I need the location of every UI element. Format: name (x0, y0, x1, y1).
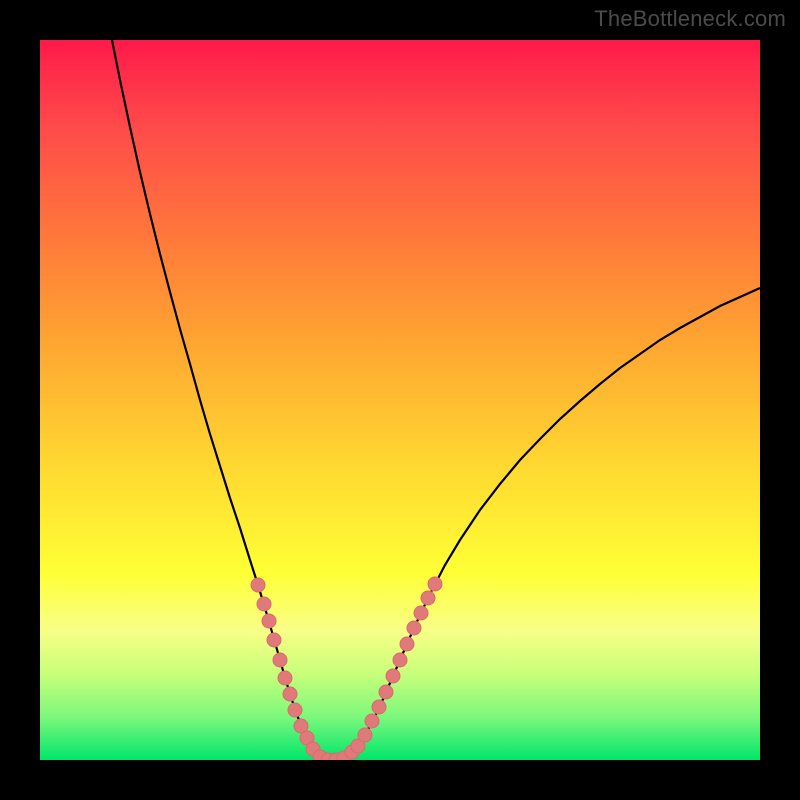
curve-marker (428, 577, 442, 591)
curve-marker (393, 653, 407, 667)
curve-marker (278, 671, 292, 685)
curve-marker (400, 637, 414, 651)
curve-marker (421, 591, 435, 605)
curve-marker (273, 653, 287, 667)
curve-marker (288, 703, 302, 717)
curve-marker (358, 728, 372, 742)
plot-area (40, 40, 760, 760)
curve-marker (365, 714, 379, 728)
curve-marker (257, 597, 271, 611)
curve-marker (414, 606, 428, 620)
marker-layer (251, 577, 442, 760)
bottleneck-curve (112, 40, 760, 760)
chart-svg (40, 40, 760, 760)
curve-marker (407, 621, 421, 635)
watermark-text: TheBottleneck.com (594, 6, 786, 32)
curve-marker (267, 633, 281, 647)
chart-frame: TheBottleneck.com (0, 0, 800, 800)
curve-marker (251, 578, 265, 592)
curve-marker (262, 614, 276, 628)
curve-marker (386, 669, 400, 683)
curve-marker (379, 685, 393, 699)
curve-marker (372, 700, 386, 714)
curve-marker (283, 687, 297, 701)
